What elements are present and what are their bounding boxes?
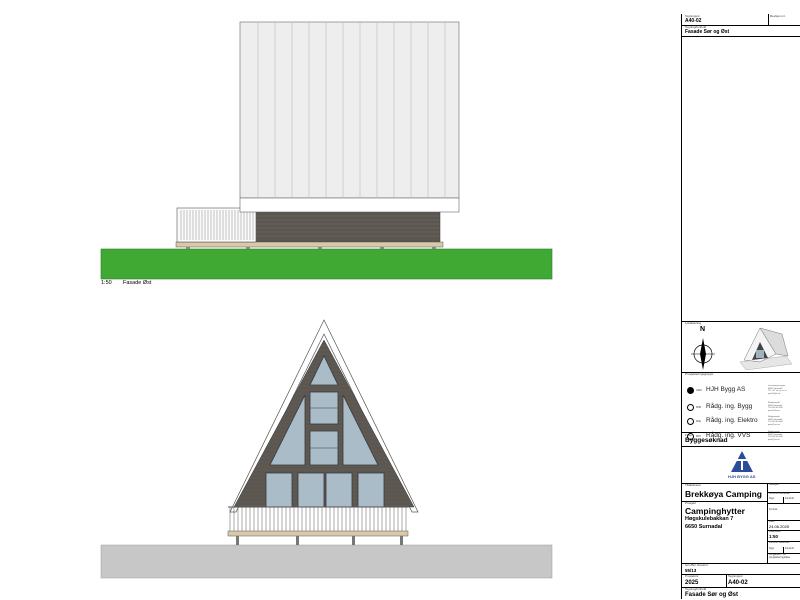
control-label: Kontroll utførende bbox=[769, 492, 790, 495]
gnr-label: Gnr./Bnr./Festenr. bbox=[685, 563, 709, 567]
top-title-value: Fasade Sør og Øst bbox=[685, 29, 730, 35]
sign-2-label: Sign. bbox=[769, 547, 775, 550]
project-label: Prosjekt bbox=[685, 501, 696, 505]
sheet-no: A40-02 bbox=[685, 18, 702, 24]
lower-right-window bbox=[357, 472, 385, 508]
consultant-name: HJH Bygg AS bbox=[706, 386, 746, 393]
approved-label: Godkjent bbox=[769, 483, 780, 486]
east-roof bbox=[239, 21, 460, 199]
north-letter: N bbox=[700, 326, 706, 333]
north-arrow: N bbox=[688, 326, 718, 372]
door-left bbox=[297, 472, 325, 508]
east-scale: 1:50 bbox=[101, 280, 112, 286]
consultant-icon: RIE bbox=[696, 419, 702, 423]
scale-value: 1:50 bbox=[769, 534, 779, 539]
revision-label: Revisjon nr. bbox=[770, 14, 786, 18]
logo-text: HJH BYGG AS bbox=[728, 474, 756, 479]
consultants-label: Prosjekteringsgruppe bbox=[685, 372, 714, 376]
cabin-3d-thumbnail bbox=[739, 327, 793, 370]
drawing-no-value: A40-02 bbox=[728, 580, 748, 586]
east-roof-fascia bbox=[239, 197, 460, 213]
east-facade-drawing bbox=[100, 21, 553, 280]
project-value: Campinghytter bbox=[685, 506, 745, 516]
drawing-area bbox=[100, 21, 553, 579]
project-no-value: 2025 bbox=[685, 580, 699, 586]
phase-note: Forgjelder - for prosjekteringsfase bbox=[769, 553, 791, 559]
consultant-address: Rådgivende 6650 Surnadal Tlf: 000 00 000… bbox=[768, 416, 783, 426]
gnr-value: 55/13 bbox=[685, 568, 697, 573]
client-value: Brekkøya Camping bbox=[685, 489, 762, 499]
bottom-title-label: Tegning/Innhold bbox=[685, 587, 707, 591]
consultant-rie[interactable]: RIE Rådg. ing. Elektro Rådgivende 6650 S… bbox=[684, 416, 798, 428]
sign-label: Sign. bbox=[769, 497, 775, 500]
consultant-name: Rådg. ing. Elektro bbox=[706, 417, 758, 424]
consultant-icon: ARK bbox=[696, 388, 703, 392]
consultant-address: Lensmannsvegen 6650 Surnadal Tlf: +47 xx… bbox=[768, 385, 787, 395]
consultant-radio-rie[interactable] bbox=[687, 418, 694, 425]
phase-value: Byggesøknad bbox=[685, 437, 728, 444]
consultant-address: Rådgivende 6650 Surnadal Tlf: 000 00 000… bbox=[768, 402, 783, 412]
grass-band bbox=[100, 248, 553, 280]
east-wall bbox=[253, 211, 441, 243]
project-no-label: Prosjektnr. bbox=[685, 574, 700, 578]
east-beam bbox=[175, 241, 444, 248]
format-label: Format bbox=[769, 508, 778, 511]
south-facade-drawing bbox=[100, 319, 553, 579]
client-label: Tiltakshaver bbox=[685, 483, 702, 487]
consultant-radio-hjh[interactable] bbox=[687, 387, 694, 394]
consultant-rib[interactable]: RIB Rådg. ing. Bygg Rådgivende 6650 Surn… bbox=[684, 402, 798, 414]
south-deck bbox=[227, 530, 409, 537]
lower-left-window bbox=[265, 472, 293, 508]
title-block: Tegningsnr. A40-02 Revisjon nr. Tegning/… bbox=[681, 14, 800, 599]
location-label: Lokalisering bbox=[685, 321, 702, 325]
compass-icon bbox=[691, 338, 715, 370]
east-title: Fasade Øst bbox=[123, 280, 152, 286]
drawing-no-label: Tegningsnr. bbox=[728, 574, 744, 578]
address-line2: 6650 Surnadal bbox=[685, 524, 723, 530]
company-logo: HJH BYGG AS bbox=[722, 450, 762, 482]
consultant-name: Rådg. ing. Bygg bbox=[706, 403, 753, 410]
consultant-icon: RIB bbox=[696, 405, 702, 409]
ground-band bbox=[100, 544, 553, 579]
address-line1: Høgskulebakkan 7 bbox=[685, 516, 734, 522]
kontroll-label: Kontroll bbox=[785, 497, 794, 500]
control-2-label: Kontroll tilfølende bbox=[769, 541, 790, 544]
kontroll-2-label: Kontroll bbox=[785, 547, 794, 550]
door-right bbox=[325, 472, 353, 508]
consultant-radio-rib[interactable] bbox=[687, 404, 694, 411]
date-value: 24.06.2025 bbox=[769, 524, 790, 529]
consultant-hjh-bygg[interactable]: ARK HJH Bygg AS Lensmannsvegen 6650 Surn… bbox=[684, 385, 798, 397]
hjh-logo-icon bbox=[731, 451, 753, 472]
bottom-title-value: Fasade Sør og Øst bbox=[685, 592, 739, 598]
